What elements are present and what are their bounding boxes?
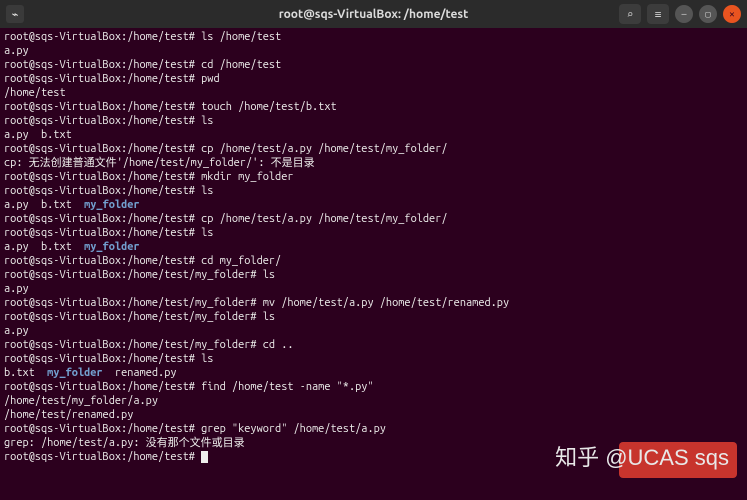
- cursor: [201, 451, 208, 463]
- terminal-line: root@sqs-VirtualBox:/home/test# pwd: [4, 72, 743, 86]
- terminal-line: root@sqs-VirtualBox:/home/test# touch /h…: [4, 100, 743, 114]
- terminal-line: /home/test: [4, 86, 743, 100]
- terminal-line: root@sqs-VirtualBox:/home/test/my_folder…: [4, 338, 743, 352]
- terminal-line: root@sqs-VirtualBox:/home/test# find /ho…: [4, 380, 743, 394]
- terminal-line: a.py: [4, 44, 743, 58]
- terminal-line: cp: 无法创建普通文件'/home/test/my_folder/': 不是目…: [4, 156, 743, 170]
- watermark-text: 知乎 @UCAS sqs: [555, 440, 729, 472]
- maximize-button[interactable]: ▢: [699, 5, 717, 23]
- terminal-line: root@sqs-VirtualBox:/home/test# ls: [4, 114, 743, 128]
- terminal-line: root@sqs-VirtualBox:/home/test# ls: [4, 352, 743, 366]
- terminal-output[interactable]: root@sqs-VirtualBox:/home/test# ls /home…: [0, 28, 747, 466]
- terminal-line: root@sqs-VirtualBox:/home/test# cp /home…: [4, 142, 743, 156]
- terminal-app-icon: ⌁: [6, 5, 24, 23]
- maximize-icon: ▢: [705, 9, 710, 20]
- window-title: root@sqs-VirtualBox: /home/test: [279, 8, 469, 21]
- terminal-line: root@sqs-VirtualBox:/home/test# ls: [4, 226, 743, 240]
- terminal-line: root@sqs-VirtualBox:/home/test# ls: [4, 184, 743, 198]
- terminal-line: root@sqs-VirtualBox:/home/test/my_folder…: [4, 310, 743, 324]
- terminal-line: a.py b.txt my_folder: [4, 198, 743, 212]
- search-icon: ⌕: [627, 8, 634, 21]
- menu-button[interactable]: ≡: [647, 4, 669, 24]
- terminal-line: root@sqs-VirtualBox:/home/test# cd /home…: [4, 58, 743, 72]
- terminal-line: root@sqs-VirtualBox:/home/test/my_folder…: [4, 268, 743, 282]
- terminal-line: root@sqs-VirtualBox:/home/test/my_folder…: [4, 296, 743, 310]
- terminal-line: a.py b.txt my_folder: [4, 240, 743, 254]
- terminal-line: /home/test/renamed.py: [4, 408, 743, 422]
- terminal-line: a.py: [4, 282, 743, 296]
- close-icon: ✕: [729, 9, 734, 20]
- terminal-line: root@sqs-VirtualBox:/home/test# cd my_fo…: [4, 254, 743, 268]
- terminal-line: root@sqs-VirtualBox:/home/test# ls /home…: [4, 30, 743, 44]
- menu-icon: ≡: [655, 8, 662, 21]
- window-titlebar: ⌁ root@sqs-VirtualBox: /home/test ⌕ ≡ — …: [0, 0, 747, 28]
- search-button[interactable]: ⌕: [619, 4, 641, 24]
- terminal-line: a.py b.txt: [4, 128, 743, 142]
- terminal-line: root@sqs-VirtualBox:/home/test# grep "ke…: [4, 422, 743, 436]
- minimize-icon: —: [681, 9, 686, 19]
- terminal-line: b.txt my_folder renamed.py: [4, 366, 743, 380]
- terminal-line: root@sqs-VirtualBox:/home/test# cp /home…: [4, 212, 743, 226]
- terminal-line: root@sqs-VirtualBox:/home/test# mkdir my…: [4, 170, 743, 184]
- close-button[interactable]: ✕: [723, 5, 741, 23]
- terminal-line: /home/test/my_folder/a.py: [4, 394, 743, 408]
- terminal-line: a.py: [4, 324, 743, 338]
- minimize-button[interactable]: —: [675, 5, 693, 23]
